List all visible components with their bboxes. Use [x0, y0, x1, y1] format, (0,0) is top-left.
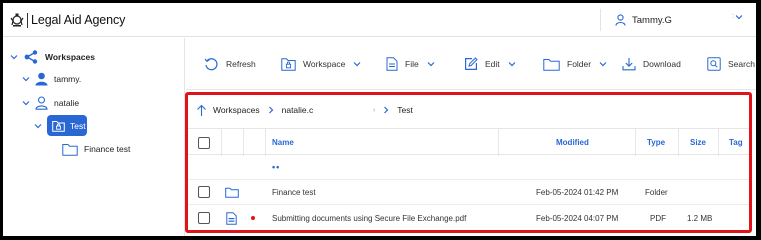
folder-icon [62, 143, 78, 156]
chevron-down-icon [427, 61, 435, 67]
download-icon [622, 57, 636, 71]
chevron-down-icon [508, 61, 516, 67]
chevron-down-icon[interactable] [9, 54, 19, 60]
column-type[interactable]: Type [647, 129, 665, 156]
breadcrumb-user[interactable]: natalie.c [282, 105, 314, 115]
breadcrumb-overflow-icon[interactable]: ‹ [313, 107, 375, 114]
chevron-down-icon[interactable] [21, 76, 31, 82]
select-all-checkbox[interactable] [198, 129, 210, 156]
app-title: Legal Aid Agency [31, 13, 126, 27]
share-network-icon [23, 49, 39, 65]
workspace-label: Workspace [303, 59, 346, 69]
column-name[interactable]: Name [272, 129, 294, 156]
tree-item-label: Test [70, 120, 86, 131]
user-outline-icon [35, 96, 48, 110]
file-icon [386, 57, 398, 71]
file-menu-button[interactable]: File [386, 55, 435, 73]
user-menu-separator-icon: : [732, 13, 734, 20]
column-modified[interactable]: Modified [556, 129, 589, 156]
row-modified: Feb-05-2024 04:07 PM [536, 213, 619, 223]
refresh-label: Refresh [226, 59, 256, 69]
edit-icon [464, 57, 478, 71]
chevron-down-icon[interactable] [33, 123, 43, 129]
parent-folder-link[interactable]: •• [272, 155, 280, 179]
app-header: Legal Aid Agency Tammy.G : [3, 3, 756, 37]
tree-item-finance-test[interactable]: Finance test [62, 140, 130, 158]
row-size: 1.2 MB [687, 213, 713, 223]
column-tag[interactable]: Tag [729, 129, 743, 156]
breadcrumb-workspaces[interactable]: Workspaces [213, 105, 260, 115]
refresh-button[interactable]: Refresh [204, 55, 256, 73]
breadcrumb-current: Test [397, 105, 413, 115]
chevron-down-icon[interactable] [21, 100, 31, 106]
tree-item-label: Workspaces [45, 52, 95, 62]
folder-lock-icon [52, 120, 65, 132]
edit-menu-button[interactable]: Edit [464, 55, 516, 73]
search-label: Search [728, 59, 755, 69]
workspace-menu-button[interactable]: Workspace [281, 55, 361, 73]
app-window: Legal Aid Agency Tammy.G : Workspaces ta… [3, 3, 756, 236]
user-icon [615, 14, 626, 26]
search-button[interactable]: Search [707, 55, 755, 73]
table-header: Name Modified Type Size Tag [188, 128, 749, 156]
search-icon [707, 57, 721, 71]
chevron-down-icon [353, 61, 361, 67]
row-type: PDF [650, 213, 666, 223]
parent-folder-row[interactable]: •• [188, 155, 749, 180]
chevron-down-icon [599, 61, 607, 67]
download-button[interactable]: Download [622, 55, 681, 73]
user-menu[interactable]: Tammy.G [615, 12, 672, 28]
chevron-right-icon [268, 106, 274, 114]
folder-lock-icon [281, 57, 296, 71]
row-modified: Feb-05-2024 01:42 PM [536, 187, 619, 197]
column-divider [678, 129, 679, 156]
table-row[interactable]: Submitting documents using Secure File E… [188, 205, 749, 231]
folder-icon [543, 58, 560, 71]
folder-icon [225, 180, 239, 204]
toolbar: Refresh Workspace File Edit Folder Downl… [186, 38, 756, 90]
brand[interactable]: Legal Aid Agency [9, 11, 125, 29]
chevron-down-icon [735, 14, 743, 19]
column-divider [635, 129, 636, 156]
royal-crest-icon [10, 13, 24, 27]
table-row[interactable]: Finance test Feb-05-2024 01:42 PM Folder [188, 180, 749, 205]
file-label: File [405, 59, 419, 69]
column-divider [718, 129, 719, 156]
chevron-right-icon [383, 106, 389, 114]
tree-item-label: natalie [54, 98, 80, 108]
tree-item-natalie[interactable]: natalie [21, 94, 79, 112]
tree-item-user[interactable]: tammy. [21, 70, 81, 88]
user-name: Tammy.G [632, 14, 672, 26]
column-size[interactable]: Size [690, 129, 706, 156]
row-name[interactable]: Finance test [272, 180, 316, 204]
download-label: Download [643, 59, 681, 69]
tree-item-label: Finance test [84, 144, 131, 154]
document-icon [226, 205, 237, 231]
row-name[interactable]: Submitting documents using Secure File E… [272, 205, 466, 231]
tree-item-workspaces[interactable]: Workspaces [9, 48, 95, 66]
refresh-icon [204, 57, 219, 72]
status-dot-icon [251, 205, 255, 231]
brand-divider [27, 12, 28, 28]
row-checkbox[interactable] [198, 205, 210, 231]
workspace-tree: Workspaces tammy. natalie Test Finance t… [3, 38, 185, 236]
tree-item-label: tammy. [54, 74, 82, 84]
folder-label: Folder [567, 59, 592, 69]
user-menu-chevron[interactable]: : [732, 13, 743, 20]
header-divider [600, 9, 601, 31]
row-type: Folder [645, 187, 668, 197]
column-divider [243, 129, 244, 156]
user-filled-icon [35, 72, 48, 86]
row-checkbox[interactable] [198, 180, 210, 204]
column-divider [221, 129, 222, 156]
up-arrow-icon[interactable] [196, 104, 207, 117]
tree-item-test-chevron[interactable] [33, 117, 47, 135]
tree-item-test[interactable]: Test [47, 115, 87, 136]
file-list-panel: Workspaces natalie.c ‹ Test Name Modifie… [185, 92, 752, 233]
edit-label: Edit [485, 59, 500, 69]
column-divider [265, 129, 266, 156]
breadcrumb: Workspaces natalie.c ‹ Test [196, 101, 413, 119]
column-divider [498, 129, 499, 156]
folder-menu-button[interactable]: Folder [543, 55, 607, 73]
